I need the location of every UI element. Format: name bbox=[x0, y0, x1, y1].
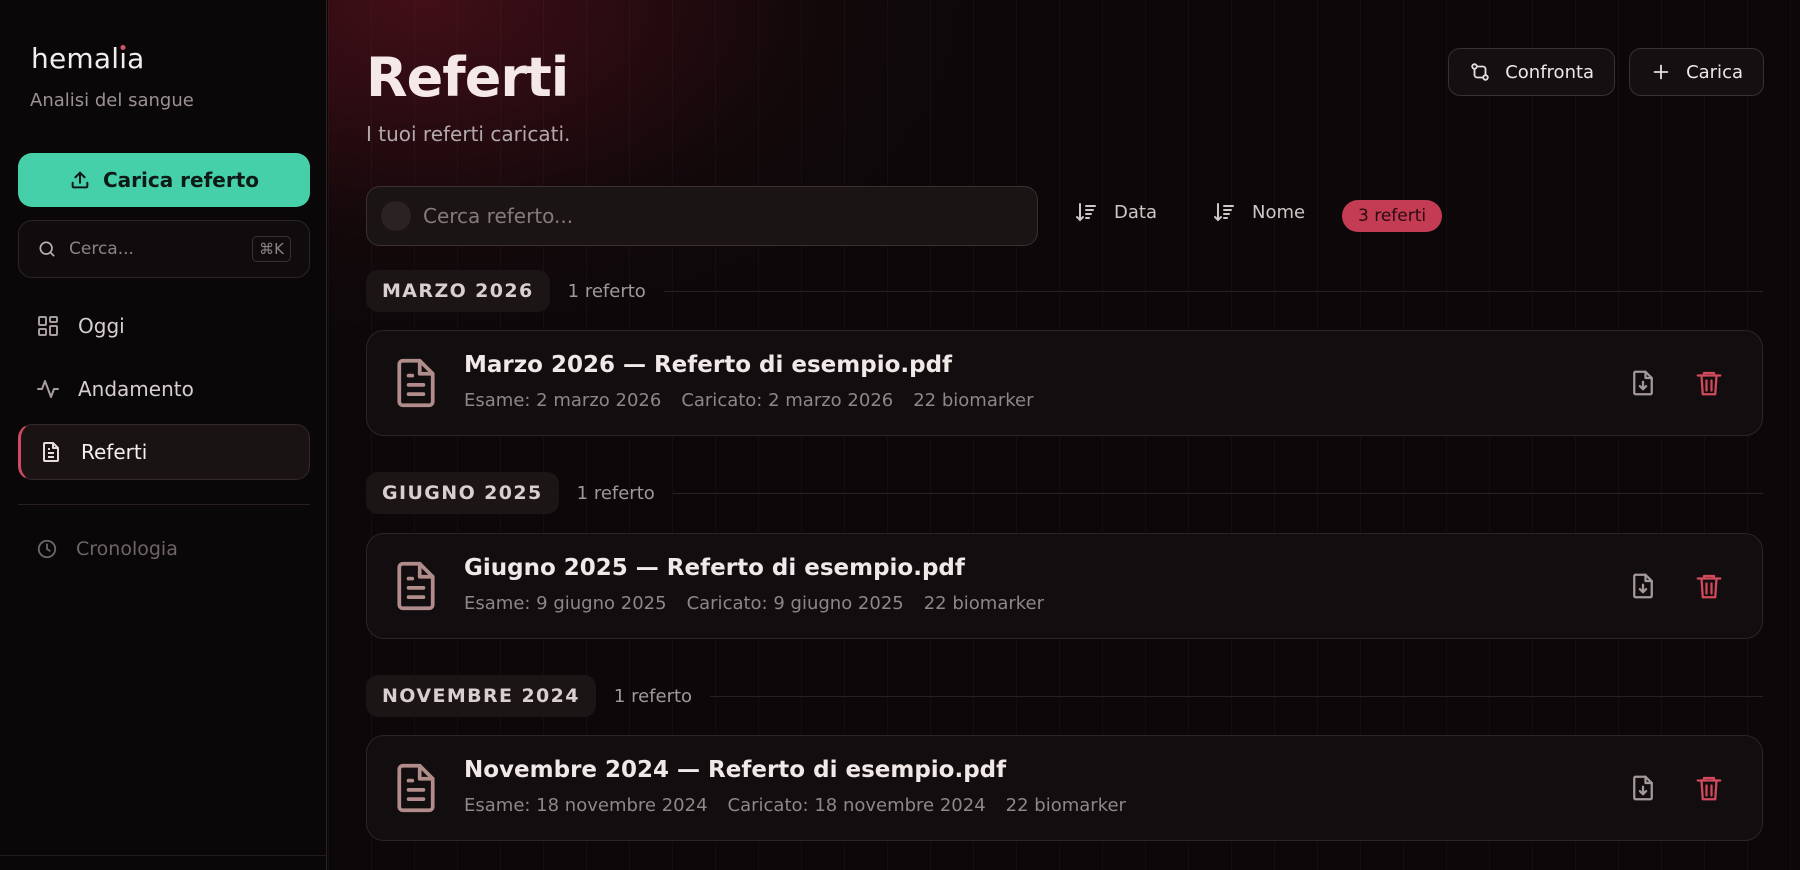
upload-icon bbox=[71, 171, 89, 189]
download-icon[interactable] bbox=[1628, 773, 1658, 803]
sidebar-item-label: Cronologia bbox=[76, 538, 178, 560]
document-icon bbox=[397, 763, 435, 813]
report-title: Novembre 2024 — Referto di esempio.pdf bbox=[464, 757, 1007, 783]
compare-button[interactable]: Confronta bbox=[1448, 48, 1616, 96]
search-shortcut-badge: ⌘K bbox=[252, 236, 291, 262]
group-divider bbox=[663, 290, 1763, 292]
report-upload-date: Caricato: 9 giugno 2025 bbox=[686, 593, 904, 614]
group-header: NOVEMBRE 2024 1 referto bbox=[366, 675, 1763, 717]
report-biomarker-count: 22 biomarker bbox=[1005, 795, 1126, 816]
download-icon[interactable] bbox=[1628, 368, 1658, 398]
page-title: Referti bbox=[366, 46, 569, 109]
report-meta: Esame: 9 giugno 2025 Caricato: 9 giugno … bbox=[464, 593, 1044, 614]
sidebar-divider bbox=[18, 504, 310, 505]
main-content: Referti I tuoi referti caricati. Confron… bbox=[328, 0, 1800, 870]
report-count-badge: 3 referti bbox=[1342, 200, 1443, 232]
app-subtitle: Analisi del sangue bbox=[30, 90, 194, 111]
trash-icon[interactable] bbox=[1694, 368, 1724, 398]
group-label: NOVEMBRE 2024 bbox=[366, 675, 596, 717]
sort-by-name-button[interactable]: Nome bbox=[1212, 200, 1305, 224]
search-icon bbox=[39, 241, 55, 257]
sidebar-item-label: Referti bbox=[81, 440, 148, 464]
upload-report-button[interactable]: Carica referto bbox=[18, 153, 310, 207]
group-count: 1 referto bbox=[613, 685, 693, 707]
sort-by-date-button[interactable]: Data bbox=[1074, 200, 1157, 224]
clock-icon bbox=[37, 539, 57, 559]
report-meta: Esame: 2 marzo 2026 Caricato: 2 marzo 20… bbox=[464, 390, 1034, 411]
compare-icon bbox=[1471, 63, 1489, 81]
group-divider bbox=[672, 492, 1763, 494]
compare-button-label: Confronta bbox=[1505, 61, 1595, 83]
sort-name-label: Nome bbox=[1252, 201, 1306, 223]
report-upload-date: Caricato: 18 novembre 2024 bbox=[727, 795, 986, 816]
report-meta: Esame: 18 novembre 2024 Caricato: 18 nov… bbox=[464, 795, 1126, 816]
group-count: 1 referto bbox=[567, 280, 646, 302]
page-subtitle: I tuoi referti caricati. bbox=[366, 122, 571, 146]
header-actions: Confronta Carica bbox=[1448, 48, 1764, 96]
report-exam-date: Esame: 18 novembre 2024 bbox=[464, 795, 708, 816]
report-card[interactable]: Giugno 2025 — Referto di esempio.pdf Esa… bbox=[366, 533, 1763, 639]
sidebar-search-input[interactable]: Cerca... ⌘K bbox=[18, 220, 310, 278]
report-upload-date: Caricato: 2 marzo 2026 bbox=[681, 390, 894, 411]
report-card[interactable]: Marzo 2026 — Referto di esempio.pdf Esam… bbox=[366, 330, 1763, 436]
sidebar-item-oggi[interactable]: Oggi bbox=[18, 298, 310, 354]
sidebar: hemalıa Analisi del sangue Carica refert… bbox=[0, 0, 327, 870]
search-indicator-icon bbox=[381, 201, 411, 231]
sidebar-nav: Oggi Andamento Referti bbox=[18, 298, 310, 487]
sidebar-item-label: Andamento bbox=[78, 377, 194, 401]
activity-icon bbox=[37, 380, 59, 398]
sidebar-item-cronologia[interactable]: Cronologia bbox=[36, 538, 178, 560]
report-biomarker-count: 22 biomarker bbox=[913, 390, 1034, 411]
document-icon bbox=[397, 358, 435, 408]
download-icon[interactable] bbox=[1628, 571, 1658, 601]
report-search-input[interactable]: Cerca referto... bbox=[366, 186, 1038, 246]
grid-icon bbox=[38, 316, 58, 336]
sort-date-label: Data bbox=[1114, 201, 1157, 223]
sidebar-item-label: Oggi bbox=[78, 314, 125, 338]
sort-icon bbox=[1076, 203, 1096, 222]
report-title: Giugno 2025 — Referto di esempio.pdf bbox=[464, 555, 965, 581]
report-search-placeholder: Cerca referto... bbox=[423, 204, 574, 228]
report-title: Marzo 2026 — Referto di esempio.pdf bbox=[464, 352, 953, 378]
upload-report-label: Carica referto bbox=[102, 168, 260, 192]
sidebar-item-referti[interactable]: Referti bbox=[18, 424, 310, 480]
sidebar-search-placeholder: Cerca... bbox=[69, 239, 134, 259]
app-window: hemalıa Analisi del sangue Carica refert… bbox=[0, 0, 1800, 870]
trash-icon[interactable] bbox=[1694, 773, 1724, 803]
group-label: GIUGNO 2025 bbox=[366, 472, 559, 514]
group-divider bbox=[710, 695, 1763, 697]
report-exam-date: Esame: 9 giugno 2025 bbox=[464, 593, 667, 614]
group-header: MARZO 2026 1 referto bbox=[366, 270, 1763, 312]
sidebar-item-andamento[interactable]: Andamento bbox=[18, 361, 310, 417]
report-biomarker-count: 22 biomarker bbox=[923, 593, 1045, 614]
document-icon bbox=[397, 561, 435, 611]
upload-button-label: Carica bbox=[1686, 61, 1743, 83]
group-label: MARZO 2026 bbox=[366, 270, 550, 312]
trash-icon[interactable] bbox=[1694, 571, 1724, 601]
sort-icon bbox=[1214, 203, 1234, 222]
group-count: 1 referto bbox=[576, 482, 655, 504]
report-exam-date: Esame: 2 marzo 2026 bbox=[464, 390, 662, 411]
file-icon bbox=[43, 442, 59, 462]
app-logo[interactable]: hemalıa bbox=[31, 42, 145, 75]
report-card[interactable]: Novembre 2024 — Referto di esempio.pdf E… bbox=[366, 735, 1763, 841]
group-header: GIUGNO 2025 1 referto bbox=[366, 472, 1763, 514]
plus-icon bbox=[1653, 64, 1669, 80]
upload-button[interactable]: Carica bbox=[1629, 48, 1764, 96]
